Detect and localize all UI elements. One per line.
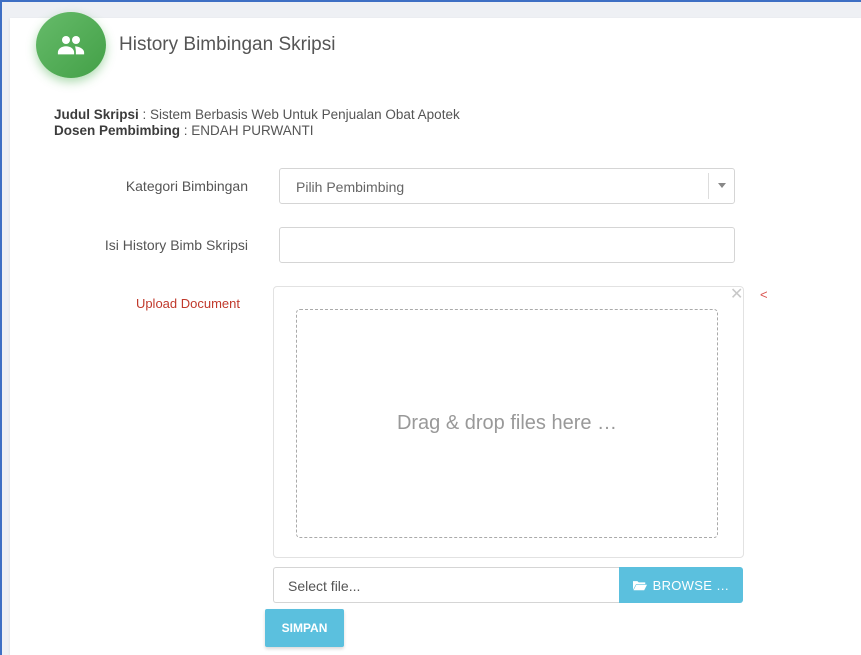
isi-history-input[interactable] (279, 227, 735, 263)
kategori-label: Kategori Bimbingan (125, 178, 248, 194)
upload-label: Upload Document (135, 296, 240, 311)
dosen-value: : ENDAH PURWANTI (180, 123, 314, 138)
page-title: History Bimbingan Skripsi (119, 34, 336, 55)
kategori-selected-value: Pilih Pembimbing (296, 179, 405, 195)
dosen-label: Dosen Pembimbing (54, 123, 181, 138)
thesis-info: Judul Skripsi : Sistem Berbasis Web Untu… (54, 107, 464, 139)
dosen-row: Dosen Pembimbing : ENDAH PURWANTI (54, 123, 464, 139)
kategori-select[interactable]: Pilih Pembimbing (279, 168, 735, 204)
people-icon (36, 12, 106, 78)
isi-label: Isi History Bimb Skripsi (104, 237, 248, 253)
simpan-button[interactable]: SIMPAN (265, 609, 344, 647)
required-marker: < (760, 287, 768, 302)
judul-label: Judul Skripsi (54, 107, 139, 122)
folder-open-icon (632, 581, 647, 591)
file-caption-text: Select file... (288, 578, 361, 594)
close-icon[interactable]: ✕ (730, 284, 743, 304)
chevron-down-icon[interactable] (718, 183, 726, 188)
judul-value: : Sistem Berbasis Web Untuk Penjualan Ob… (138, 107, 460, 122)
file-caption-input[interactable]: Select file... (273, 567, 620, 603)
browse-button[interactable]: BROWSE … (619, 567, 743, 603)
judul-row: Judul Skripsi : Sistem Berbasis Web Untu… (54, 107, 464, 123)
dropzone-text: Drag & drop files here … (396, 412, 618, 434)
select-divider (708, 173, 709, 199)
browse-label: BROWSE … (652, 577, 730, 593)
dropzone[interactable]: Drag & drop files here … (296, 309, 718, 538)
